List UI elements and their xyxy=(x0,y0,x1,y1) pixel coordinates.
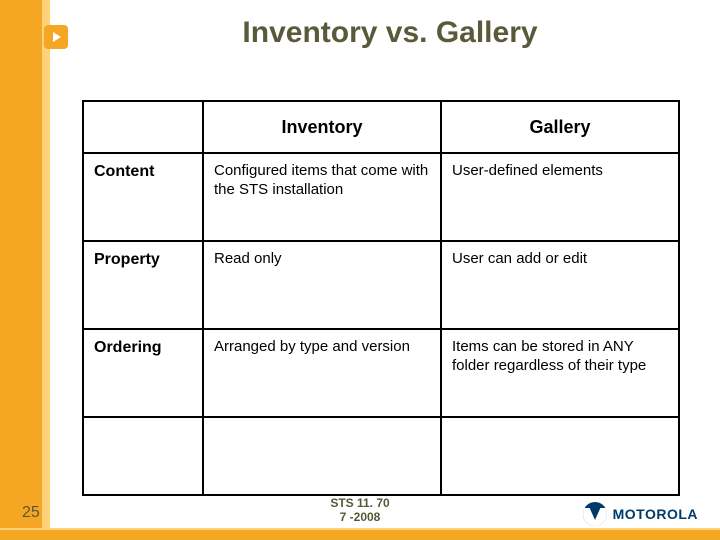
row-gallery: User-defined elements xyxy=(441,153,679,241)
empty-cell xyxy=(83,417,203,495)
row-inventory: Arranged by type and version xyxy=(203,329,441,417)
row-gallery: Items can be stored in ANY folder regard… xyxy=(441,329,679,417)
row-label: Ordering xyxy=(83,329,203,417)
play-triangle-icon xyxy=(53,32,61,42)
table-row: Content Configured items that come with … xyxy=(83,153,679,241)
table-header-gallery: Gallery xyxy=(441,101,679,153)
table-row-empty xyxy=(83,417,679,495)
empty-cell xyxy=(203,417,441,495)
product-version-line1: STS 11. 70 xyxy=(330,496,389,510)
slide-title: Inventory vs. Gallery xyxy=(80,16,700,50)
motorola-batwing-icon xyxy=(583,502,607,526)
comparison-table: Inventory Gallery Content Configured ite… xyxy=(82,100,680,496)
empty-cell xyxy=(441,417,679,495)
table-header-row: Inventory Gallery xyxy=(83,101,679,153)
table-row: Ordering Arranged by type and version It… xyxy=(83,329,679,417)
row-inventory: Configured items that come with the STS … xyxy=(203,153,441,241)
product-version-line2: 7 -2008 xyxy=(340,510,381,524)
row-inventory: Read only xyxy=(203,241,441,329)
row-gallery: User can add or edit xyxy=(441,241,679,329)
table-row: Property Read only User can add or edit xyxy=(83,241,679,329)
footer-bar xyxy=(0,528,720,540)
row-label: Content xyxy=(83,153,203,241)
play-icon xyxy=(44,25,68,49)
left-sidebar-edge xyxy=(42,0,50,540)
table-header-inventory: Inventory xyxy=(203,101,441,153)
row-label: Property xyxy=(83,241,203,329)
brand-logo: MOTOROLA xyxy=(583,502,698,526)
left-sidebar xyxy=(0,0,42,540)
table-header-blank xyxy=(83,101,203,153)
brand-name: MOTOROLA xyxy=(613,506,698,522)
slide: M M M M Inventory vs. Gallery Inventory … xyxy=(0,0,720,540)
